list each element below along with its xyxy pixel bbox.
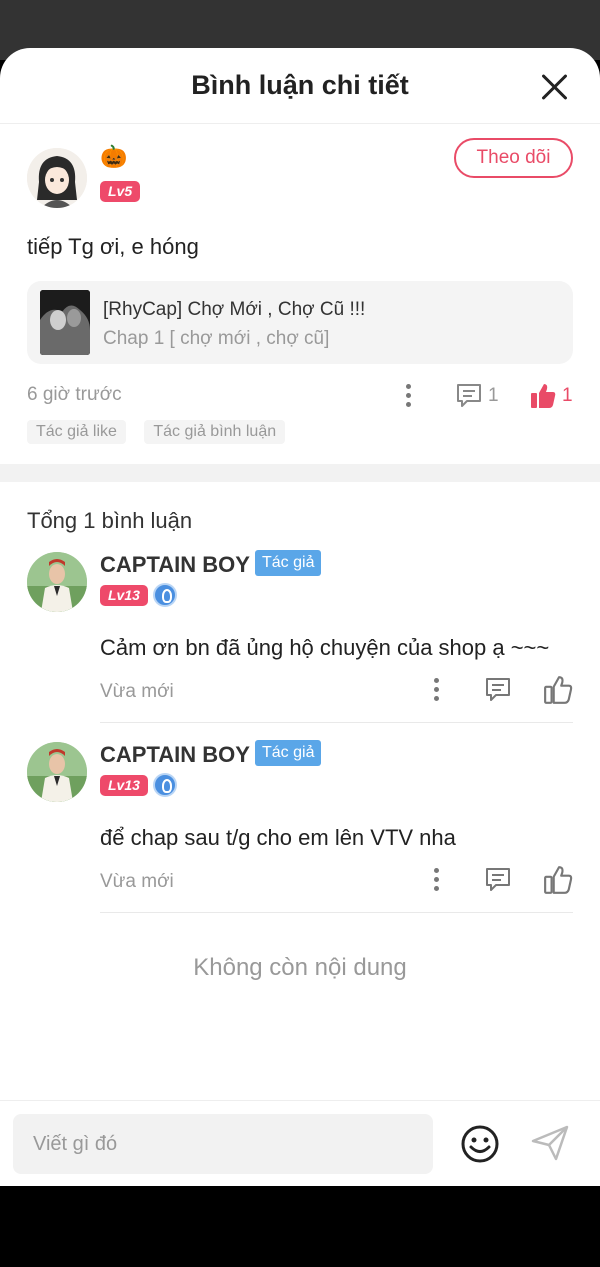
- author-badge: Tác giả: [255, 740, 322, 766]
- like-count: 1: [562, 385, 573, 406]
- reply-count: 1: [488, 385, 499, 406]
- divider: [100, 722, 573, 723]
- reply-text: để chap sau t/g cho em lên VTV nha: [100, 825, 456, 850]
- reply-text: Cảm ơn bn đã ủng hộ chuyện của shop ạ ~~…: [100, 635, 550, 660]
- main-comment: 🎃 Lv5 Theo dõi tiếp Tg ơi, e hóng [RhyCa…: [0, 124, 600, 464]
- follow-button[interactable]: Theo dõi: [454, 138, 573, 178]
- comment-icon[interactable]: [484, 676, 512, 704]
- thumbs-up-icon[interactable]: [543, 865, 573, 895]
- divider: [100, 912, 573, 913]
- story-chapter: Chap 1 [ chợ mới , chợ cũ]: [103, 328, 330, 349]
- replies-section: Tổng 1 bình luận CAPTAIN BOY Tác giả Lv1…: [0, 482, 600, 982]
- reply-time: Vừa mới: [100, 871, 174, 892]
- reply-author-name[interactable]: CAPTAIN BOY: [100, 742, 250, 768]
- sheet-header: Bình luận chi tiết: [0, 48, 600, 124]
- comment-text: tiếp Tg ơi, e hóng: [27, 234, 199, 259]
- end-of-content: Không còn nội dung: [193, 954, 407, 981]
- tag-list: Tác giả like Tác giả bình luận: [27, 420, 299, 444]
- total-replies: Tổng 1 bình luận: [27, 508, 193, 533]
- emoji-icon[interactable]: [460, 1124, 500, 1164]
- comment-detail-sheet: Bình luận chi tiết 🎃 Lv5 Theo dõi tiếp T…: [0, 48, 600, 1186]
- page-title: Bình luận chi tiết: [191, 70, 409, 100]
- send-icon[interactable]: [530, 1123, 570, 1163]
- comment-composer: [0, 1100, 600, 1186]
- story-thumbnail: [40, 290, 90, 355]
- tag-author-comment: Tác giả bình luận: [144, 420, 286, 444]
- user-emoji-badge: 🎃: [100, 144, 128, 169]
- thumbs-up-icon[interactable]: [543, 675, 573, 705]
- level-badge: Lv5: [100, 181, 141, 202]
- comment-icon: [457, 384, 481, 407]
- comment-time: 6 giờ trước: [27, 384, 122, 405]
- reply-author-name[interactable]: CAPTAIN BOY: [100, 552, 250, 578]
- story-title: [RhyCap] Chợ Mới , Chợ Cũ !!!: [103, 299, 366, 320]
- medal-icon: [153, 773, 177, 797]
- comment-meta: 6 giờ trước 1 1: [27, 382, 573, 412]
- thumbs-up-icon: [531, 384, 556, 408]
- avatar[interactable]: [27, 148, 87, 208]
- more-options-icon[interactable]: [404, 382, 412, 408]
- more-options-icon[interactable]: [432, 866, 440, 892]
- section-divider: [0, 464, 600, 482]
- avatar[interactable]: [27, 742, 87, 802]
- comment-input[interactable]: [13, 1114, 433, 1174]
- tag-author-like: Tác giả like: [27, 420, 126, 444]
- reply-item: CAPTAIN BOY Tác giả Lv13 Cảm ơn bn đã ủn…: [27, 550, 573, 740]
- level-badge: Lv13: [100, 775, 148, 796]
- more-options-icon[interactable]: [432, 676, 440, 702]
- author-badge: Tác giả: [255, 550, 322, 576]
- reply-time: Vừa mới: [100, 681, 174, 702]
- medal-icon: [153, 583, 177, 607]
- avatar[interactable]: [27, 552, 87, 612]
- reply-item: CAPTAIN BOY Tác giả Lv13 để chap sau t/g…: [27, 740, 573, 930]
- level-badge: Lv13: [100, 585, 148, 606]
- close-button[interactable]: [540, 73, 568, 101]
- comment-icon[interactable]: [484, 866, 512, 894]
- story-card[interactable]: [RhyCap] Chợ Mới , Chợ Cũ !!! Chap 1 [ c…: [27, 281, 573, 364]
